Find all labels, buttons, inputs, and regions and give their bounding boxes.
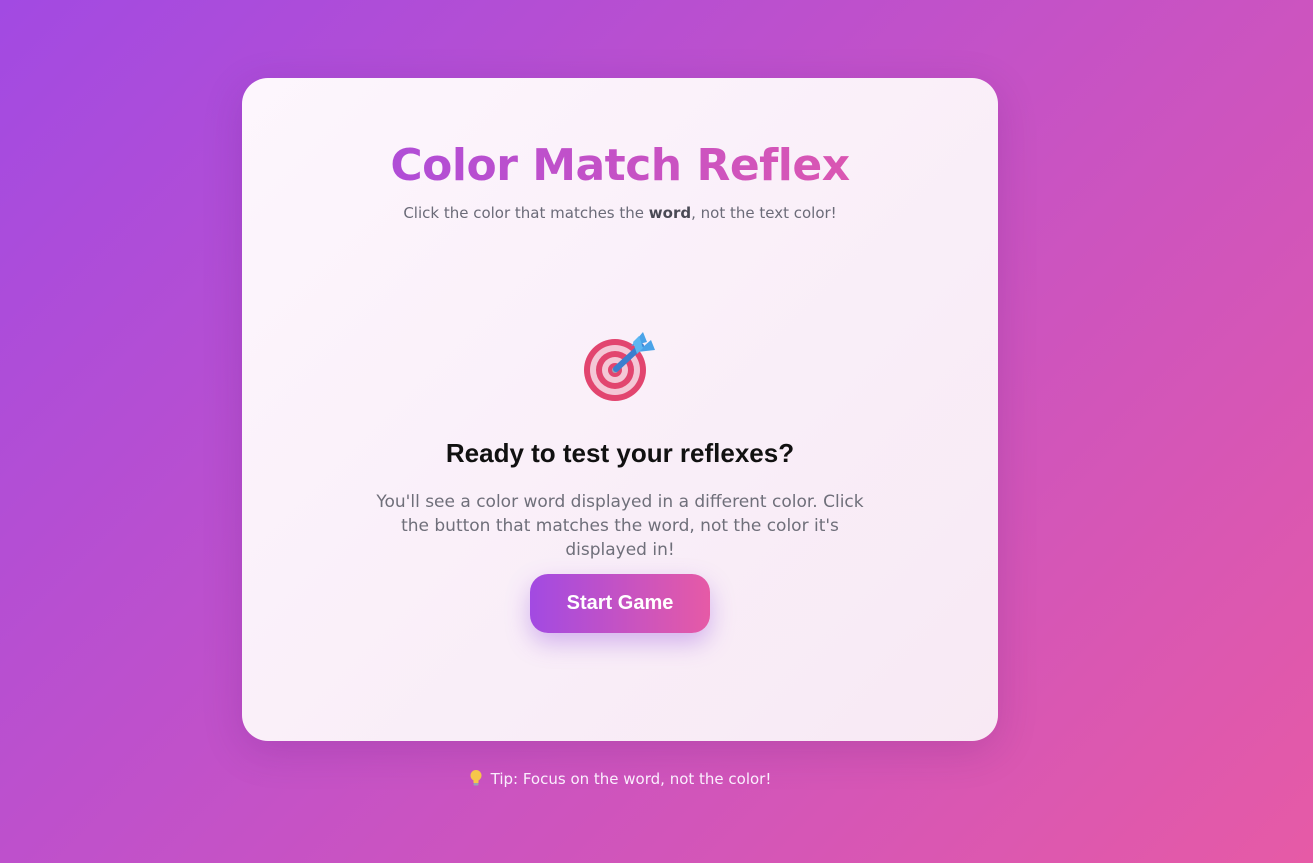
game-card: Color Match Reflex Click the color that … [242,78,998,741]
instructions-text: You'll see a color word displayed in a d… [376,492,864,560]
tip: Tip: Focus on the word, not the color! [0,769,1240,788]
tip-text: Tip: Focus on the word, not the color! [490,770,772,788]
subtitle-text-start: Click the color that matches the [403,204,649,222]
target-dart-icon [584,332,655,401]
page-title: Color Match Reflex [242,140,998,192]
lightbulb-icon [470,770,482,786]
start-game-button[interactable]: Start Game [530,574,710,633]
subtitle-emphasis: word [648,204,692,222]
ready-heading: Ready to test your reflexes? [445,438,795,468]
subtitle: Click the color that matches the word, n… [242,204,998,222]
subtitle-text-end: , not the text color! [691,204,837,222]
